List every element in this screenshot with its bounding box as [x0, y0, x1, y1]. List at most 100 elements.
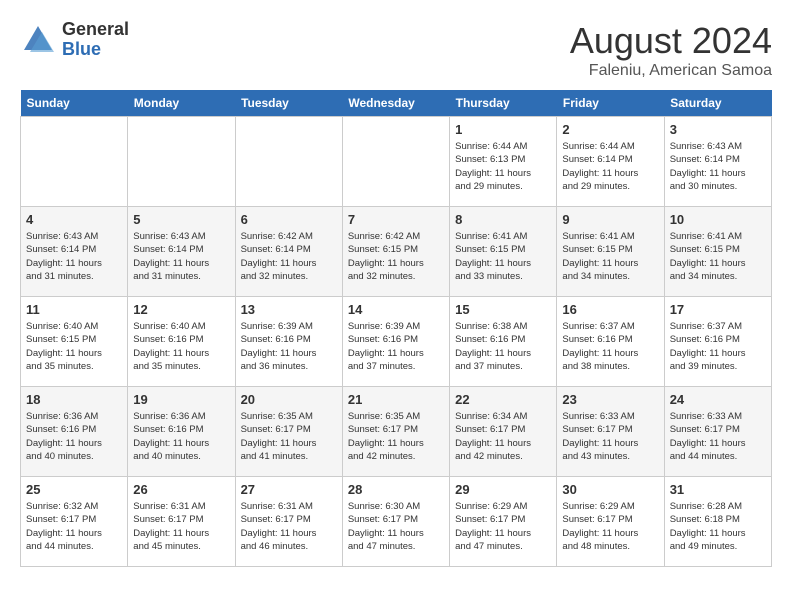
calendar-week-row: 25 Sunrise: 6:32 AMSunset: 6:17 PMDayligh…: [21, 477, 772, 567]
calendar-week-row: 11 Sunrise: 6:40 AMSunset: 6:15 PMDayligh…: [21, 297, 772, 387]
day-number: 6: [241, 212, 337, 227]
day-number: 18: [26, 392, 122, 407]
day-number: 2: [562, 122, 658, 137]
day-info: Sunrise: 6:35 AMSunset: 6:17 PMDaylight:…: [241, 410, 337, 463]
day-number: 20: [241, 392, 337, 407]
calendar-cell: 19 Sunrise: 6:36 AMSunset: 6:16 PMDayligh…: [128, 387, 235, 477]
day-number: 22: [455, 392, 551, 407]
day-number: 1: [455, 122, 551, 137]
day-number: 24: [670, 392, 766, 407]
calendar-cell: 8 Sunrise: 6:41 AMSunset: 6:15 PMDaylight…: [450, 207, 557, 297]
day-number: 25: [26, 482, 122, 497]
day-number: 15: [455, 302, 551, 317]
calendar-header: SundayMondayTuesdayWednesdayThursdayFrid…: [21, 90, 772, 117]
calendar-cell: 9 Sunrise: 6:41 AMSunset: 6:15 PMDaylight…: [557, 207, 664, 297]
day-info: Sunrise: 6:39 AMSunset: 6:16 PMDaylight:…: [241, 320, 337, 373]
logo-icon: [20, 22, 56, 58]
calendar-cell: 24 Sunrise: 6:33 AMSunset: 6:17 PMDayligh…: [664, 387, 771, 477]
calendar-week-row: 4Sunrise: 6:43 AMSunset: 6:14 PMDaylight…: [21, 207, 772, 297]
day-info: Sunrise: 6:41 AMSunset: 6:15 PMDaylight:…: [562, 230, 658, 283]
day-info: Sunrise: 6:36 AMSunset: 6:16 PMDaylight:…: [26, 410, 122, 463]
calendar-cell: 13 Sunrise: 6:39 AMSunset: 6:16 PMDayligh…: [235, 297, 342, 387]
weekday-header: Sunday: [21, 90, 128, 117]
day-number: 26: [133, 482, 229, 497]
day-info: Sunrise: 6:38 AMSunset: 6:16 PMDaylight:…: [455, 320, 551, 373]
weekday-header: Wednesday: [342, 90, 449, 117]
calendar-cell: 7 Sunrise: 6:42 AMSunset: 6:15 PMDaylight…: [342, 207, 449, 297]
calendar-cell: 16 Sunrise: 6:37 AMSunset: 6:16 PMDayligh…: [557, 297, 664, 387]
calendar-cell: 26 Sunrise: 6:31 AMSunset: 6:17 PMDayligh…: [128, 477, 235, 567]
calendar-cell: 27 Sunrise: 6:31 AMSunset: 6:17 PMDayligh…: [235, 477, 342, 567]
calendar-week-row: 1 Sunrise: 6:44 AMSunset: 6:13 PMDaylight…: [21, 117, 772, 207]
day-info: Sunrise: 6:33 AMSunset: 6:17 PMDaylight:…: [670, 410, 766, 463]
weekday-header: Thursday: [450, 90, 557, 117]
day-info: Sunrise: 6:40 AMSunset: 6:16 PMDaylight:…: [133, 320, 229, 373]
day-info: Sunrise: 6:44 AMSunset: 6:13 PMDaylight:…: [455, 140, 551, 193]
day-number: 12: [133, 302, 229, 317]
day-info: Sunrise: 6:43 AMSunset: 6:14 PMDaylight:…: [26, 230, 122, 283]
day-number: 5: [133, 212, 229, 227]
day-number: 7: [348, 212, 444, 227]
day-info: Sunrise: 6:35 AMSunset: 6:17 PMDaylight:…: [348, 410, 444, 463]
day-info: Sunrise: 6:40 AMSunset: 6:15 PMDaylight:…: [26, 320, 122, 373]
day-info: Sunrise: 6:36 AMSunset: 6:16 PMDaylight:…: [133, 410, 229, 463]
calendar-cell: 2 Sunrise: 6:44 AMSunset: 6:14 PMDaylight…: [557, 117, 664, 207]
day-info: Sunrise: 6:39 AMSunset: 6:16 PMDaylight:…: [348, 320, 444, 373]
day-number: 17: [670, 302, 766, 317]
day-number: 13: [241, 302, 337, 317]
calendar-table: SundayMondayTuesdayWednesdayThursdayFrid…: [20, 90, 772, 567]
day-info: Sunrise: 6:30 AMSunset: 6:17 PMDaylight:…: [348, 500, 444, 553]
calendar-cell: 31Sunrise: 6:28 AMSunset: 6:18 PMDayligh…: [664, 477, 771, 567]
day-info: Sunrise: 6:32 AMSunset: 6:17 PMDaylight:…: [26, 500, 122, 553]
day-number: 30: [562, 482, 658, 497]
day-number: 16: [562, 302, 658, 317]
day-number: 27: [241, 482, 337, 497]
calendar-cell: 21 Sunrise: 6:35 AMSunset: 6:17 PMDayligh…: [342, 387, 449, 477]
day-info: Sunrise: 6:37 AMSunset: 6:16 PMDaylight:…: [562, 320, 658, 373]
day-info: Sunrise: 6:41 AMSunset: 6:15 PMDaylight:…: [670, 230, 766, 283]
calendar-cell: 4Sunrise: 6:43 AMSunset: 6:14 PMDaylight…: [21, 207, 128, 297]
calendar-cell: [235, 117, 342, 207]
calendar-cell: 28Sunrise: 6:30 AMSunset: 6:17 PMDayligh…: [342, 477, 449, 567]
weekday-header: Tuesday: [235, 90, 342, 117]
day-number: 8: [455, 212, 551, 227]
month-year: August 2024: [570, 20, 772, 62]
calendar-cell: 15 Sunrise: 6:38 AMSunset: 6:16 PMDayligh…: [450, 297, 557, 387]
day-info: Sunrise: 6:29 AMSunset: 6:17 PMDaylight:…: [562, 500, 658, 553]
calendar-cell: 11 Sunrise: 6:40 AMSunset: 6:15 PMDayligh…: [21, 297, 128, 387]
day-number: 19: [133, 392, 229, 407]
day-info: Sunrise: 6:41 AMSunset: 6:15 PMDaylight:…: [455, 230, 551, 283]
location: Faleniu, American Samoa: [570, 62, 772, 80]
calendar-week-row: 18 Sunrise: 6:36 AMSunset: 6:16 PMDayligh…: [21, 387, 772, 477]
calendar-cell: 17Sunrise: 6:37 AMSunset: 6:16 PMDayligh…: [664, 297, 771, 387]
day-number: 10: [670, 212, 766, 227]
weekday-header: Monday: [128, 90, 235, 117]
calendar-cell: 22 Sunrise: 6:34 AMSunset: 6:17 PMDayligh…: [450, 387, 557, 477]
day-info: Sunrise: 6:44 AMSunset: 6:14 PMDaylight:…: [562, 140, 658, 193]
day-number: 21: [348, 392, 444, 407]
calendar-cell: 10 Sunrise: 6:41 AMSunset: 6:15 PMDayligh…: [664, 207, 771, 297]
day-number: 3: [670, 122, 766, 137]
weekday-row: SundayMondayTuesdayWednesdayThursdayFrid…: [21, 90, 772, 117]
day-info: Sunrise: 6:42 AMSunset: 6:14 PMDaylight:…: [241, 230, 337, 283]
day-info: Sunrise: 6:31 AMSunset: 6:17 PMDaylight:…: [133, 500, 229, 553]
weekday-header: Friday: [557, 90, 664, 117]
logo: General Blue: [20, 20, 129, 60]
calendar-cell: 5Sunrise: 6:43 AMSunset: 6:14 PMDaylight…: [128, 207, 235, 297]
calendar-cell: 23Sunrise: 6:33 AMSunset: 6:17 PMDayligh…: [557, 387, 664, 477]
day-info: Sunrise: 6:42 AMSunset: 6:15 PMDaylight:…: [348, 230, 444, 283]
day-info: Sunrise: 6:34 AMSunset: 6:17 PMDaylight:…: [455, 410, 551, 463]
title-block: August 2024 Faleniu, American Samoa: [570, 20, 772, 80]
day-info: Sunrise: 6:31 AMSunset: 6:17 PMDaylight:…: [241, 500, 337, 553]
calendar-cell: 25 Sunrise: 6:32 AMSunset: 6:17 PMDayligh…: [21, 477, 128, 567]
calendar-cell: 30 Sunrise: 6:29 AMSunset: 6:17 PMDayligh…: [557, 477, 664, 567]
day-number: 29: [455, 482, 551, 497]
day-info: Sunrise: 6:28 AMSunset: 6:18 PMDaylight:…: [670, 500, 766, 553]
day-number: 9: [562, 212, 658, 227]
logo-text: General Blue: [62, 20, 129, 60]
day-number: 23: [562, 392, 658, 407]
day-number: 11: [26, 302, 122, 317]
calendar-cell: [342, 117, 449, 207]
calendar-cell: 14Sunrise: 6:39 AMSunset: 6:16 PMDayligh…: [342, 297, 449, 387]
calendar-cell: 18 Sunrise: 6:36 AMSunset: 6:16 PMDayligh…: [21, 387, 128, 477]
